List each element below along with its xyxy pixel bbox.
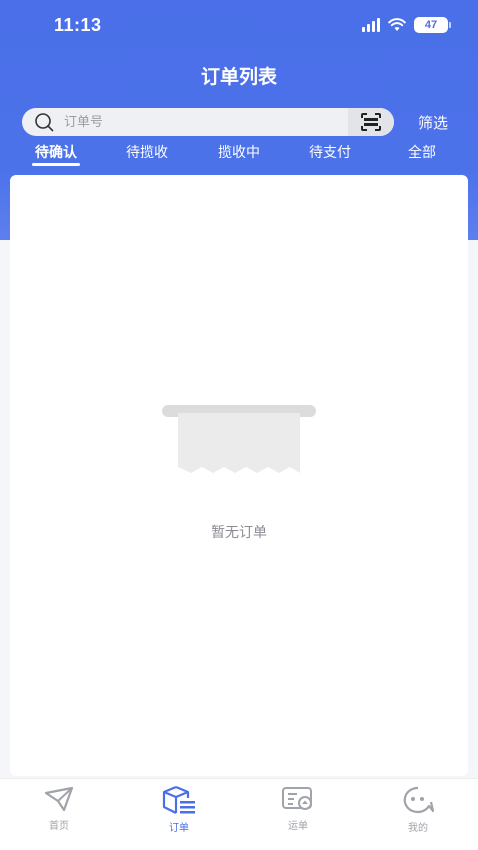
search-box: [22, 108, 394, 136]
status-indicators: 47: [362, 17, 451, 33]
tabbar-label-mine: 我的: [408, 823, 428, 834]
waybill-icon: [282, 787, 312, 810]
tab-all[interactable]: 全部: [387, 142, 457, 162]
tab-pending-confirm[interactable]: 待确认: [21, 142, 91, 162]
search-input[interactable]: [64, 114, 334, 130]
order-status-tabs: 待确认 待揽收 揽收中 待支付 全部: [0, 142, 478, 168]
page-title: 订单列表: [200, 66, 277, 88]
battery-icon: 47: [414, 17, 451, 33]
empty-receipt-icon: [162, 405, 316, 473]
bottom-tab-bar: 首页 订单 运单 我的: [0, 778, 478, 850]
paper-plane-icon: [44, 786, 74, 812]
tabbar-item-orders[interactable]: 订单: [149, 785, 209, 834]
tabbar-label-home: 首页: [49, 821, 69, 832]
active-tab-indicator: [32, 163, 80, 166]
tab-pending-payment[interactable]: 待支付: [295, 142, 365, 162]
tab-picking-up[interactable]: 揽收中: [204, 142, 274, 162]
package-list-icon: [162, 785, 195, 814]
tabbar-label-waybill: 运单: [288, 821, 308, 832]
scan-button[interactable]: [348, 108, 394, 136]
search-row: 筛选: [22, 108, 462, 136]
wifi-icon: [388, 18, 406, 31]
face-icon: [403, 786, 435, 814]
filter-button[interactable]: 筛选: [418, 112, 448, 133]
status-time: 11:13: [54, 15, 102, 35]
tabbar-label-orders: 订单: [169, 823, 189, 834]
empty-state-text: 暂无订单: [211, 525, 267, 541]
scan-icon: [361, 113, 381, 131]
tabbar-item-waybill[interactable]: 运单: [268, 785, 328, 832]
status-bar: 11:13 47: [0, 0, 478, 54]
tabbar-item-home[interactable]: 首页: [29, 785, 89, 832]
search-icon: [35, 113, 54, 132]
battery-level: 47: [424, 19, 438, 31]
cellular-signal-icon: [362, 18, 380, 32]
tabbar-item-mine[interactable]: 我的: [388, 785, 448, 834]
tab-pending-pickup[interactable]: 待揽收: [112, 142, 182, 162]
